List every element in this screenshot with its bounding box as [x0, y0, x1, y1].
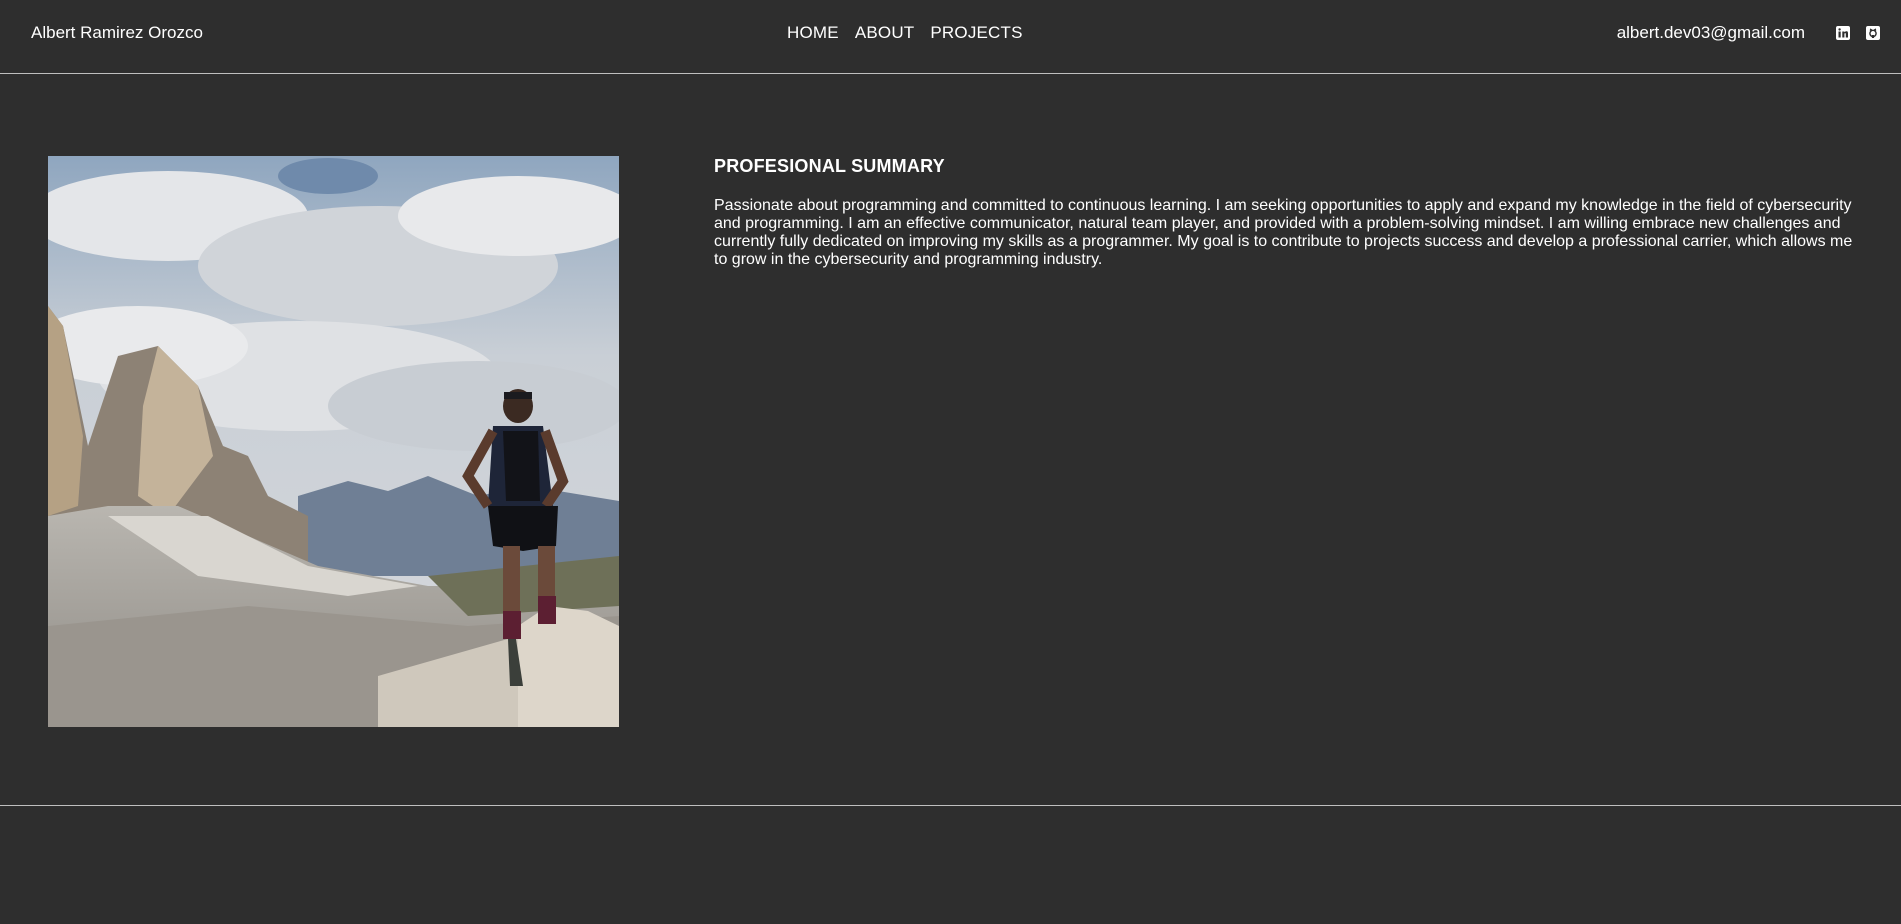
- nav-about-link[interactable]: ABOUT: [855, 23, 915, 43]
- professional-summary: PROFESIONAL SUMMARY Passionate about pro…: [714, 156, 1859, 269]
- brand-name[interactable]: Albert Ramirez Orozco: [31, 23, 203, 43]
- profile-photo: [48, 156, 619, 727]
- summary-title: PROFESIONAL SUMMARY: [714, 156, 945, 176]
- summary-text: Passionate about programming and committ…: [714, 197, 1853, 268]
- linkedin-icon[interactable]: [1835, 25, 1851, 41]
- nav-projects-link[interactable]: PROJECTS: [930, 23, 1022, 43]
- about-section: PROFESIONAL SUMMARY Passionate about pro…: [0, 74, 1901, 806]
- github-icon[interactable]: [1865, 25, 1881, 41]
- main-nav: HOME ABOUT PROJECTS: [787, 23, 1023, 43]
- site-header: Albert Ramirez Orozco HOME ABOUT PROJECT…: [0, 0, 1901, 74]
- email-link[interactable]: albert.dev03@gmail.com: [1617, 23, 1805, 43]
- nav-home-link[interactable]: HOME: [787, 23, 839, 43]
- contact-area: albert.dev03@gmail.com: [1617, 23, 1881, 43]
